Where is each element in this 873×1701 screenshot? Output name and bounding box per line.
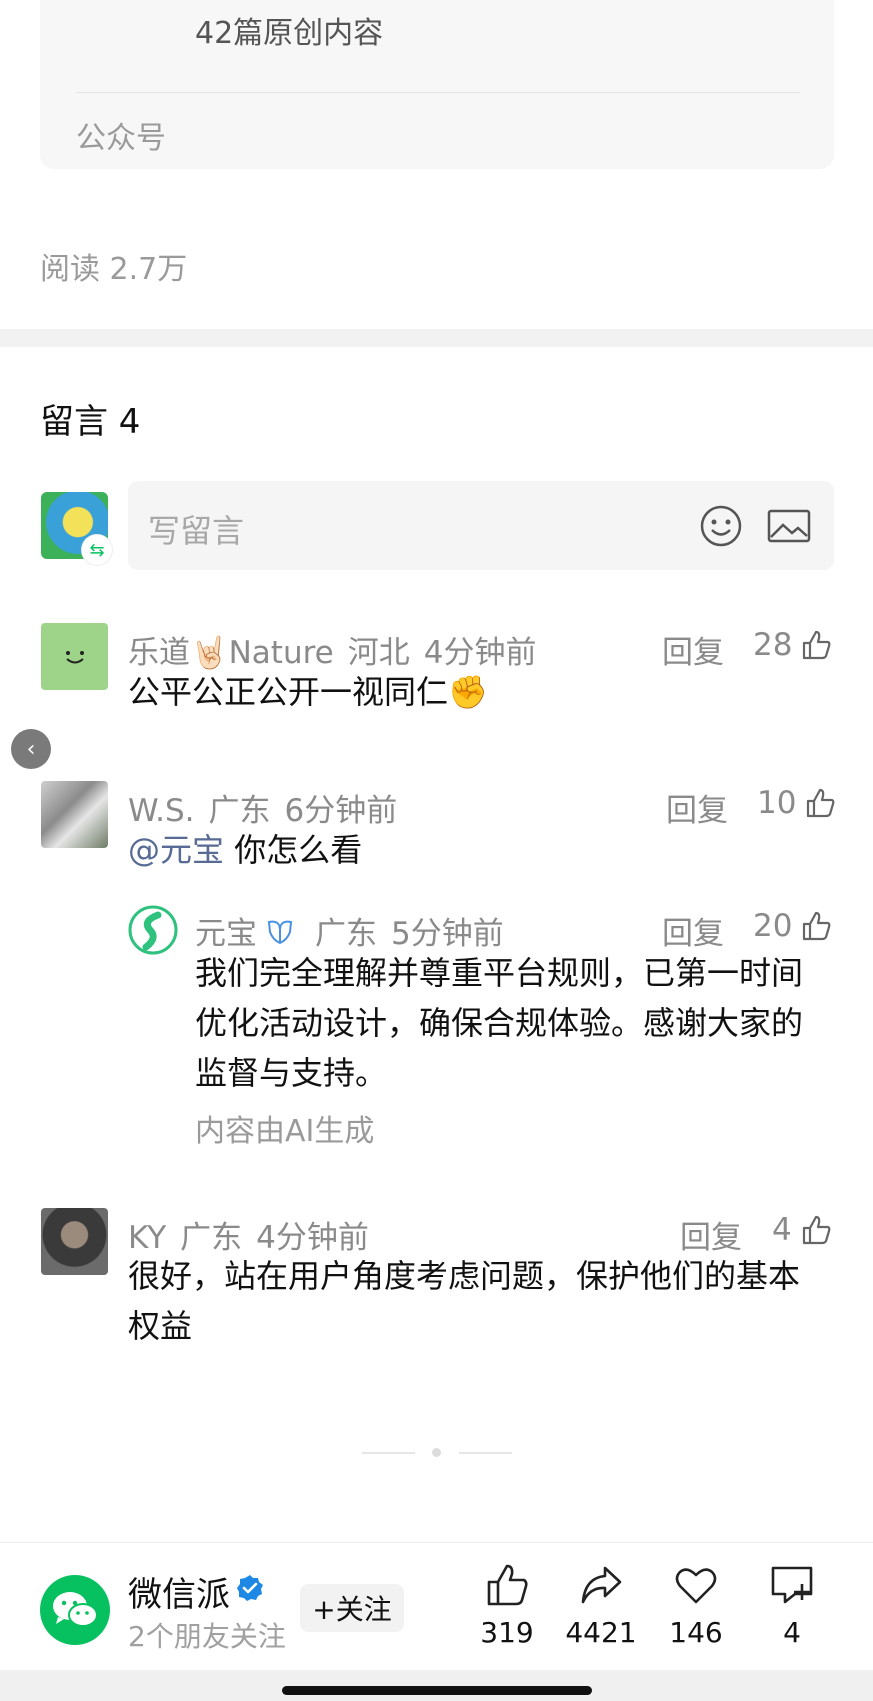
switch-account-icon[interactable]: ⇆	[82, 535, 112, 565]
like-button[interactable]: 20	[753, 908, 832, 944]
like-count: 20	[753, 908, 793, 944]
smile-face-icon	[65, 650, 84, 663]
favorite-action[interactable]: 146	[656, 1562, 736, 1649]
comment-time: 4分钟前	[423, 635, 537, 671]
followers-text: 2个朋友关注	[128, 1620, 286, 1653]
reply-button[interactable]: 回复	[662, 908, 724, 953]
image-icon[interactable]	[766, 503, 812, 549]
replier-location: 广东	[315, 916, 377, 952]
like-button[interactable]: 10	[757, 785, 836, 821]
section-divider	[0, 329, 873, 347]
avatar[interactable]	[41, 1208, 108, 1275]
reply-button[interactable]: 回复	[666, 785, 728, 830]
reply-meta: 元宝 广东 5分钟前	[195, 908, 518, 953]
ai-generated-note: 内容由AI生成	[195, 1114, 375, 1149]
home-indicator[interactable]	[282, 1686, 592, 1695]
commenter-location: 广东	[208, 793, 271, 829]
reply-button[interactable]: 回复	[662, 627, 724, 672]
follow-button[interactable]: +关注	[300, 1584, 404, 1632]
commenter-name[interactable]: W.S.	[128, 793, 194, 829]
read-count: 阅读 2.7万	[40, 252, 188, 287]
mention-link[interactable]: @元宝	[128, 831, 224, 869]
comment-body: 你怎么看	[224, 831, 363, 869]
thumbs-up-icon	[802, 1215, 831, 1245]
comment-text: 公平公正公开一视同仁✊	[128, 673, 488, 711]
thumbs-up-icon	[807, 788, 835, 818]
account-name[interactable]: 微信派	[128, 1567, 230, 1616]
thumbs-up-icon	[803, 630, 831, 660]
thumbs-up-icon	[487, 1564, 528, 1606]
comment-text: @元宝 你怎么看	[128, 825, 828, 875]
comment-count: 4	[783, 1616, 801, 1649]
reply-text: 我们完全理解并尊重平台规则，已第一时间优化活动设计，确保合规体验。感谢大家的监督…	[195, 954, 804, 1092]
like-button[interactable]: 4	[772, 1212, 832, 1248]
pager-dot	[432, 1448, 441, 1457]
emoji-icon[interactable]	[698, 503, 744, 549]
replier-name[interactable]: 元宝	[195, 908, 257, 953]
comment-time: 6分钟前	[284, 793, 398, 829]
wechat-logo-icon	[53, 1592, 98, 1627]
commenter-location: 河北	[347, 635, 410, 671]
comment-add-icon	[771, 1566, 813, 1604]
thumbs-up-icon	[803, 911, 831, 941]
like-button[interactable]: 28	[753, 627, 832, 663]
divider	[76, 92, 800, 93]
pager-line	[459, 1452, 512, 1454]
share-action[interactable]: 4421	[561, 1562, 641, 1649]
pager-line	[362, 1452, 415, 1454]
account-avatar[interactable]	[40, 1575, 110, 1645]
account-stats: 42篇原创内容	[195, 16, 384, 51]
yuanbao-logo-icon	[128, 905, 178, 955]
commenter-name[interactable]: 乐道🤘🏻Nature	[128, 635, 334, 671]
share-count: 4421	[565, 1616, 637, 1649]
like-count: 28	[753, 627, 793, 663]
comment-action[interactable]: 4	[752, 1562, 832, 1649]
share-icon	[581, 1566, 622, 1604]
heart-icon	[675, 1568, 717, 1604]
like-count: 319	[480, 1616, 534, 1649]
favorite-count: 146	[669, 1616, 723, 1649]
collapse-arrow-icon[interactable]: ‹	[11, 729, 51, 769]
comment-input[interactable]: 写留言	[128, 481, 834, 570]
verified-badge-icon	[237, 1575, 263, 1601]
like-action[interactable]: 319	[467, 1562, 547, 1649]
account-type-label: 公众号	[76, 121, 166, 156]
comment-meta: W.S. 广东 6分钟前	[128, 785, 411, 830]
like-count: 4	[772, 1212, 792, 1248]
comment-text: 很好，站在用户角度考虑问题，保护他们的基本权益	[128, 1257, 801, 1345]
like-count: 10	[757, 785, 797, 821]
avatar[interactable]	[41, 781, 108, 848]
comments-title: 留言 4	[40, 402, 141, 442]
comment-meta: 乐道🤘🏻Nature 河北 4分钟前	[128, 627, 550, 672]
ai-badge-icon	[267, 920, 293, 944]
yuanbao-avatar[interactable]	[128, 905, 178, 955]
my-avatar[interactable]: ⇆	[41, 492, 112, 565]
reply-time: 5分钟前	[391, 916, 504, 952]
avatar[interactable]	[41, 623, 108, 690]
comment-input-placeholder: 写留言	[148, 512, 245, 550]
